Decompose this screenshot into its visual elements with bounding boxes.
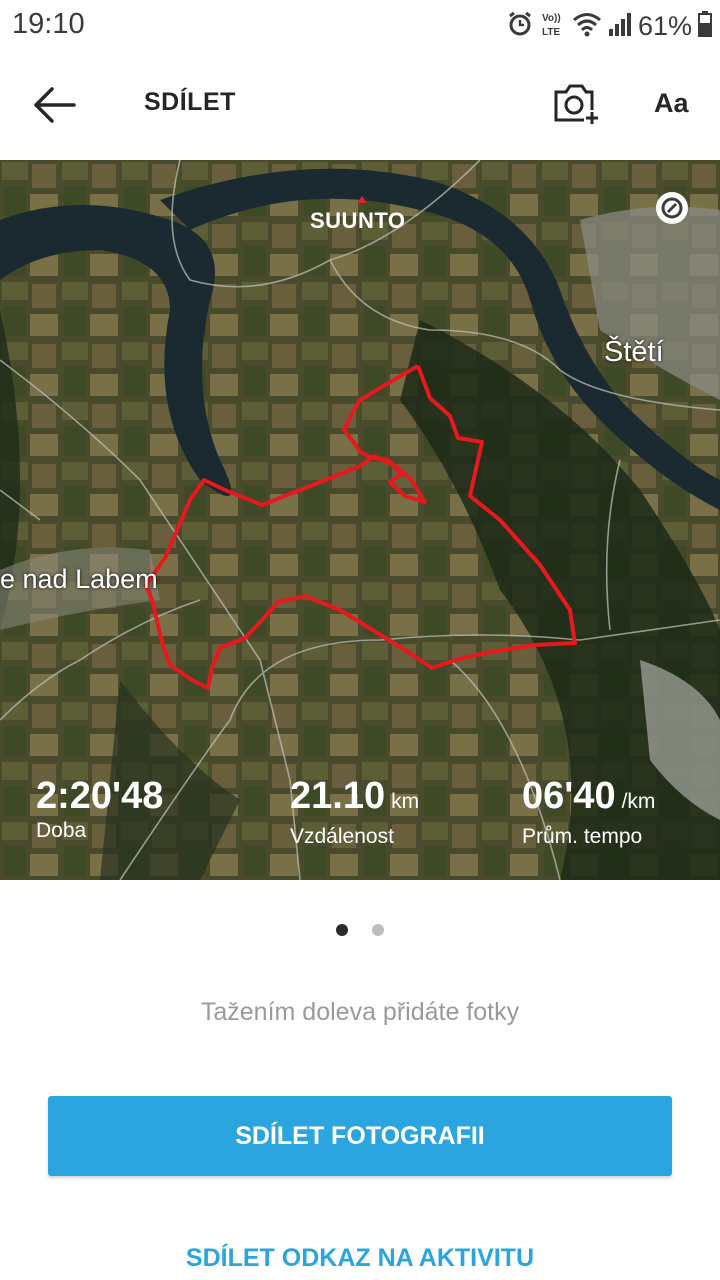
svg-text:LTE: LTE [542, 27, 560, 38]
volte-icon: Vo)) LTE [540, 10, 566, 43]
stat-unit: km [391, 790, 420, 813]
status-time: 19:10 [12, 8, 85, 40]
pager-dot-1[interactable] [336, 924, 348, 936]
stat-value: 2:20'48 [36, 775, 164, 817]
place-label-nad-labem: e nad Labem [0, 564, 158, 594]
place-label-steti: Štětí [604, 336, 664, 368]
stat-label: Doba [36, 819, 87, 842]
suunto-brand-label: SUUNTO [310, 208, 406, 233]
pager-dot-2[interactable] [372, 924, 384, 936]
stat-unit: /km [621, 790, 656, 813]
stat-pace: 06'40/km Prům. tempo [522, 774, 655, 850]
stat-label: Prům. tempo [522, 825, 643, 848]
map-info-button[interactable] [656, 192, 688, 224]
route-map[interactable]: SUUNTO Štětí e nad Labem 2:20'48 Doba 21… [0, 160, 720, 880]
stat-value: 06'40 [522, 775, 616, 817]
satellite-map-image [0, 160, 720, 880]
camera-add-icon [552, 84, 600, 130]
text-style-button[interactable]: Aa [654, 88, 689, 119]
suunto-logo-mark [357, 196, 367, 203]
svg-text:Vo)): Vo)) [542, 13, 561, 24]
stat-label: Vzdálenost [290, 825, 394, 848]
wifi-icon [572, 11, 602, 42]
swipe-hint: Tažením doleva přidáte fotky [200, 998, 520, 1026]
status-bar: 19:10 Vo)) LTE 61% [0, 0, 720, 52]
signal-icon [608, 11, 632, 42]
status-icons: Vo)) LTE 61% [506, 10, 712, 42]
back-button[interactable] [28, 80, 84, 130]
page-title: SDÍLET [144, 88, 236, 116]
alarm-icon [506, 10, 534, 43]
stat-duration: 2:20'48 Doba [36, 774, 163, 844]
battery-percent: 61% [637, 10, 692, 41]
app-bar: SDÍLET Aa [0, 60, 720, 150]
arrow-left-icon [28, 87, 84, 134]
stat-value: 21.10 [290, 775, 386, 817]
stat-distance: 21.10 km Vzdálenost [290, 774, 419, 850]
share-activity-link-button[interactable]: SDÍLET ODKAZ NA AKTIVITU [0, 1244, 720, 1273]
battery-icon [698, 10, 712, 42]
add-photo-button[interactable] [552, 82, 600, 126]
pager-dots [0, 924, 720, 936]
share-photo-button[interactable]: SDÍLET FOTOGRAFII [48, 1096, 672, 1176]
